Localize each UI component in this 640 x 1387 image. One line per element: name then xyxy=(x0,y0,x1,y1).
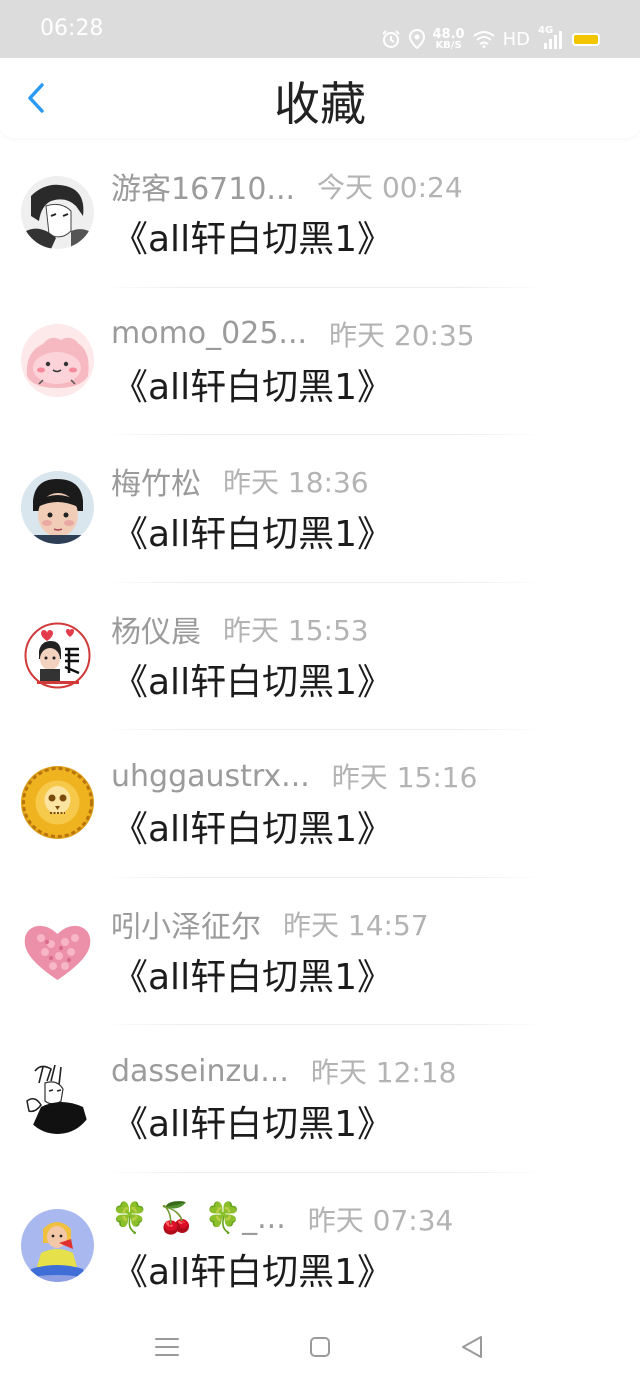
item-meta: 梅竹松 昨天 18:36 xyxy=(111,459,369,503)
net-speed: 48.0 KB/S xyxy=(433,28,465,51)
location-icon xyxy=(408,29,425,49)
list-item[interactable]: uhggaustrx... 昨天 15:16 《all轩白切黑1》 xyxy=(0,730,640,878)
item-title[interactable]: 《all轩白切黑1》 xyxy=(112,1249,393,1297)
avatar[interactable] xyxy=(21,618,94,692)
list-item[interactable]: momo_025... 昨天 20:35 《all轩白切黑1》 xyxy=(0,288,640,435)
item-username: 游客16710... xyxy=(111,172,296,207)
avatar[interactable] xyxy=(21,471,94,544)
back-triangle-icon xyxy=(459,1334,485,1364)
item-username: uhggaustrx... xyxy=(111,758,310,794)
item-timestamp: 昨天 18:36 xyxy=(223,466,369,499)
item-timestamp: 昨天 15:53 xyxy=(223,613,369,647)
list-item[interactable]: 吲小泽征尔 昨天 14:57 《all轩白切黑1》 xyxy=(0,878,640,1025)
list-item[interactable]: 杨仪晨 昨天 15:53 《all轩白切黑1》 xyxy=(0,583,640,730)
item-title[interactable]: 《all轩白切黑1》 xyxy=(112,954,393,1002)
avatar[interactable] xyxy=(21,1208,94,1282)
avatar[interactable] xyxy=(21,766,94,839)
item-username: dasseinzu... xyxy=(111,1053,289,1089)
item-timestamp: 昨天 15:16 xyxy=(331,761,478,794)
item-title[interactable]: 《all轩白切黑1》 xyxy=(112,659,393,707)
item-title[interactable]: 《all轩白切黑1》 xyxy=(112,511,393,559)
item-meta: 吲小泽征尔 昨天 14:57 xyxy=(111,902,429,946)
status-bar: 06:28 48.0 KB/S HD 4G xyxy=(0,0,640,58)
page-title: 收藏 xyxy=(274,77,366,131)
avatar[interactable] xyxy=(21,176,94,249)
item-meta: 🍀 🍒 🍀_... 昨天 07:34 xyxy=(111,1197,453,1241)
item-timestamp: 昨天 20:35 xyxy=(329,318,475,352)
item-username: 吲小泽征尔 xyxy=(111,909,261,945)
item-title[interactable]: 《all轩白切黑1》 xyxy=(112,216,393,264)
item-username: momo_025... xyxy=(111,316,308,351)
alarm-icon xyxy=(381,29,401,49)
item-timestamp: 昨天 12:18 xyxy=(310,1056,457,1089)
item-title[interactable]: 《all轩白切黑1》 xyxy=(112,806,393,854)
hd-label: HD xyxy=(502,28,530,50)
item-title[interactable]: 《all轩白切黑1》 xyxy=(112,1101,393,1149)
item-meta: dasseinzu... 昨天 12:18 xyxy=(111,1049,456,1093)
list-item[interactable]: 游客16710... 今天 00:24 《all轩白切黑1》 xyxy=(0,140,640,288)
list-item[interactable]: 🍀 🍒 🍀_... 昨天 07:34 《all轩白切黑1》 xyxy=(0,1173,640,1321)
avatar[interactable] xyxy=(21,323,94,397)
battery-icon xyxy=(572,32,600,46)
item-timestamp: 昨天 14:57 xyxy=(283,908,429,942)
list-item[interactable]: dasseinzu... 昨天 12:18 《all轩白切黑1》 xyxy=(0,1025,640,1173)
net-speed-unit: KB/S xyxy=(435,39,462,51)
item-meta: 游客16710... 今天 00:24 xyxy=(111,164,463,208)
item-username: 杨仪晨 xyxy=(111,614,201,650)
navigation-bar xyxy=(0,1300,640,1387)
header: 收藏 xyxy=(0,58,640,138)
network-label: 4G xyxy=(538,25,554,36)
wifi-icon xyxy=(472,30,495,48)
home-button[interactable] xyxy=(307,1336,333,1362)
item-timestamp: 昨天 07:34 xyxy=(307,1203,454,1237)
item-username: 梅竹松 xyxy=(111,467,201,502)
item-title[interactable]: 《all轩白切黑1》 xyxy=(112,364,393,412)
back-nav-button[interactable] xyxy=(459,1336,485,1362)
item-meta: momo_025... 昨天 20:35 xyxy=(111,312,475,356)
item-username: 🍀 🍒 🍀_... xyxy=(111,1201,286,1236)
list-item[interactable]: 梅竹松 昨天 18:36 《all轩白切黑1》 xyxy=(0,435,640,583)
net-speed-value: 48.0 xyxy=(432,26,465,42)
avatar[interactable] xyxy=(21,913,94,987)
signal-icon: 4G xyxy=(538,25,564,49)
item-timestamp: 今天 00:24 xyxy=(317,171,463,204)
favorites-list: 游客16710... 今天 00:24 《all轩白切黑1》 momo_025.… xyxy=(0,140,640,1320)
avatar[interactable] xyxy=(21,1061,94,1134)
item-meta: 杨仪晨 昨天 15:53 xyxy=(111,607,369,651)
menu-icon xyxy=(154,1336,180,1362)
status-time: 06:28 xyxy=(40,16,104,41)
menu-button[interactable] xyxy=(154,1336,180,1362)
item-meta: uhggaustrx... 昨天 15:16 xyxy=(111,754,477,798)
home-square-icon xyxy=(308,1335,332,1363)
